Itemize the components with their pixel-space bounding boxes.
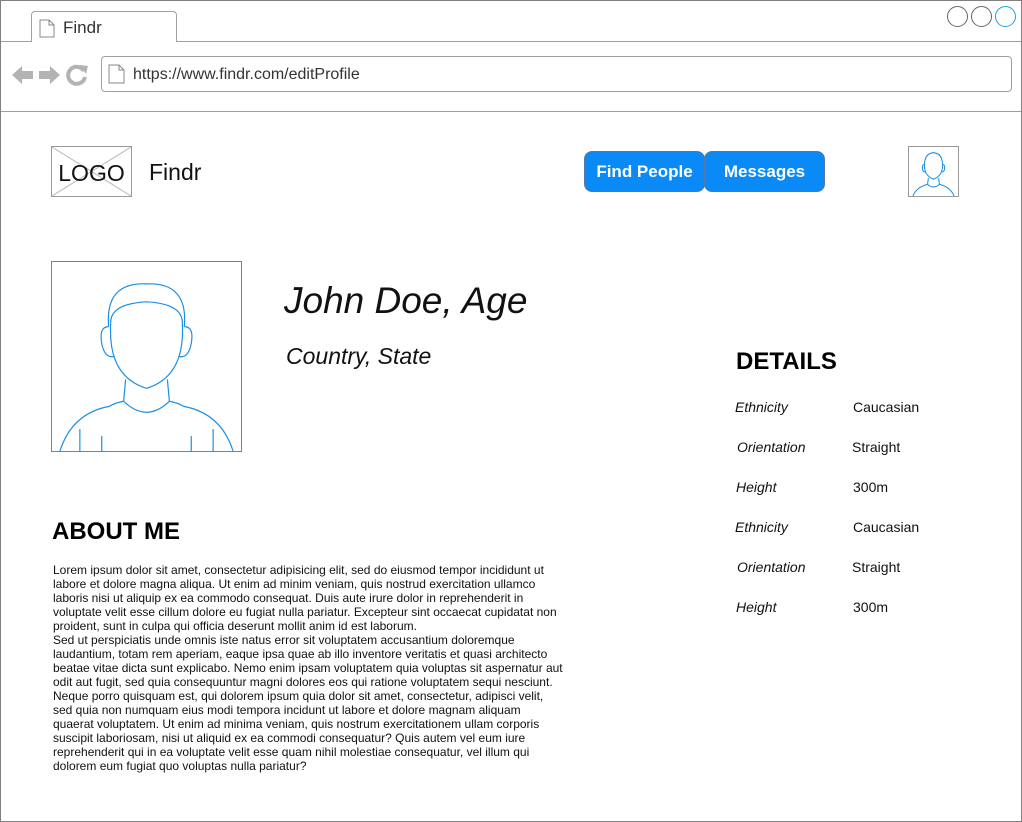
profile-location: Country, State	[286, 343, 432, 369]
document-icon	[39, 19, 55, 38]
detail-label: Height	[736, 479, 777, 495]
detail-label: Orientation	[737, 559, 806, 575]
minimize-icon[interactable]	[947, 6, 968, 27]
detail-value: Caucasian	[853, 399, 920, 415]
detail-value: Straight	[852, 559, 901, 575]
close-icon[interactable]	[995, 6, 1016, 27]
browser-window: Findr https://www.findr.com/editProfile …	[0, 0, 1022, 822]
window-controls	[947, 6, 1016, 27]
profile-avatar-icon	[59, 283, 234, 451]
detail-value: Straight	[852, 439, 901, 455]
find-people-button[interactable]: Find People	[584, 151, 705, 192]
tab-title: Findr	[63, 18, 102, 37]
browser-tab[interactable]: Findr	[31, 11, 177, 42]
details-heading: DETAILS	[736, 348, 837, 375]
profile-photo[interactable]	[51, 261, 242, 452]
brand-name[interactable]: Findr	[149, 159, 201, 186]
detail-value: 300m	[853, 479, 889, 495]
detail-value: 300m	[853, 599, 889, 615]
detail-label: Height	[736, 599, 777, 615]
back-arrow-icon[interactable]	[11, 64, 34, 86]
detail-value: Caucasian	[853, 519, 920, 535]
detail-label: Ethnicity	[735, 399, 788, 415]
user-avatar[interactable]	[908, 146, 959, 197]
forward-arrow-icon[interactable]	[38, 64, 61, 86]
logo-placeholder[interactable]: LOGO	[51, 146, 132, 197]
user-avatar-icon	[912, 152, 955, 196]
nav-controls	[11, 63, 89, 87]
profile-name: John Doe, Age	[284, 280, 528, 321]
url-text: https://www.findr.com/editProfile	[133, 66, 360, 83]
page-icon	[108, 64, 125, 84]
address-bar-area: https://www.findr.com/editProfile	[1, 42, 1021, 112]
about-paragraph: Sed ut perspiciatis unde omnis iste natu…	[53, 633, 563, 773]
about-paragraph: Lorem ipsum dolor sit amet, consectetur …	[53, 563, 557, 633]
detail-label: Orientation	[737, 439, 806, 455]
logo-text: LOGO	[58, 160, 125, 186]
about-heading: ABOUT ME	[52, 518, 180, 545]
maximize-icon[interactable]	[971, 6, 992, 27]
tab-bar: Findr	[1, 1, 1021, 42]
messages-button[interactable]: Messages	[704, 151, 825, 192]
about-text: Lorem ipsum dolor sit amet, consectetur …	[53, 563, 563, 773]
reload-icon[interactable]	[65, 63, 89, 87]
detail-label: Ethnicity	[735, 519, 788, 535]
url-bar[interactable]: https://www.findr.com/editProfile	[101, 56, 1012, 92]
